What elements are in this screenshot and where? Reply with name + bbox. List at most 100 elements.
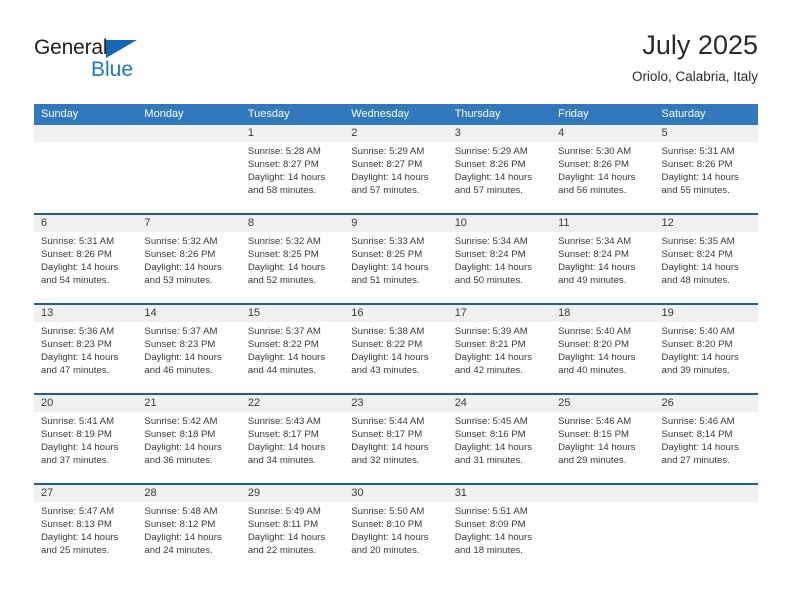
day-cell[interactable]: Sunrise: 5:43 AM Sunset: 8:17 PM Daylight:… <box>241 412 344 483</box>
day-number[interactable]: 22 <box>241 395 344 412</box>
weekday-header-saturday: Saturday <box>661 108 706 120</box>
day-number[interactable]: 13 <box>34 305 137 322</box>
daylight-text: Daylight: 14 hours <box>351 442 429 454</box>
day-cell[interactable]: Sunrise: 5:44 AM Sunset: 8:17 PM Daylight:… <box>344 412 447 483</box>
sunrise-text: Sunrise: 5:40 AM <box>661 326 735 337</box>
sunset-text: Sunset: 8:27 PM <box>351 159 423 171</box>
day-number[interactable]: 29 <box>241 485 344 502</box>
daylight-text: and 57 minutes. <box>351 185 420 197</box>
sunset-text: Sunset: 8:17 PM <box>351 429 423 441</box>
day-cell-empty <box>137 142 240 213</box>
day-detail-band: Sunrise: 5:41 AM Sunset: 8:19 PM Daylight:… <box>34 412 758 483</box>
day-number[interactable]: 31 <box>448 485 551 502</box>
sunrise-text: Sunrise: 5:48 AM <box>144 506 218 517</box>
day-number[interactable]: 25 <box>551 395 654 412</box>
daylight-text: Daylight: 14 hours <box>661 172 739 184</box>
day-cell[interactable]: Sunrise: 5:38 AM Sunset: 8:22 PM Daylight:… <box>344 322 447 393</box>
day-cell[interactable]: Sunrise: 5:33 AM Sunset: 8:25 PM Daylight:… <box>344 232 447 303</box>
day-cell[interactable]: Sunrise: 5:40 AM Sunset: 8:20 PM Daylight:… <box>551 322 654 393</box>
day-number[interactable]: 14 <box>137 305 240 322</box>
sunrise-text: Sunrise: 5:49 AM <box>247 506 321 517</box>
sunrise-text: Sunrise: 5:47 AM <box>41 506 115 517</box>
daylight-text: Daylight: 14 hours <box>558 352 636 364</box>
day-cell[interactable]: Sunrise: 5:46 AM Sunset: 8:15 PM Daylight:… <box>551 412 654 483</box>
day-cell[interactable]: Sunrise: 5:51 AM Sunset: 8:09 PM Daylight:… <box>448 502 551 573</box>
day-number[interactable]: 24 <box>448 395 551 412</box>
day-cell[interactable]: Sunrise: 5:37 AM Sunset: 8:23 PM Daylight:… <box>137 322 240 393</box>
day-cell[interactable]: Sunrise: 5:46 AM Sunset: 8:14 PM Daylight:… <box>655 412 758 483</box>
day-number[interactable]: 28 <box>137 485 240 502</box>
day-number[interactable]: 8 <box>241 215 344 232</box>
day-number[interactable]: 20 <box>34 395 137 412</box>
day-cell-empty <box>655 502 758 573</box>
day-cell[interactable]: Sunrise: 5:47 AM Sunset: 8:13 PM Daylight:… <box>34 502 137 573</box>
day-number[interactable]: 27 <box>34 485 137 502</box>
day-number[interactable]: 3 <box>448 125 551 142</box>
sunset-text: Sunset: 8:25 PM <box>247 249 319 261</box>
day-cell[interactable]: Sunrise: 5:42 AM Sunset: 8:18 PM Daylight:… <box>137 412 240 483</box>
daylight-text: and 29 minutes. <box>558 455 627 467</box>
day-cell[interactable]: Sunrise: 5:39 AM Sunset: 8:21 PM Daylight:… <box>448 322 551 393</box>
sunset-text: Sunset: 8:14 PM <box>661 429 733 441</box>
day-cell[interactable]: Sunrise: 5:48 AM Sunset: 8:12 PM Daylight:… <box>137 502 240 573</box>
day-number[interactable]: 30 <box>344 485 447 502</box>
date-number-band: 6 7 8 9 10 11 12 <box>34 215 758 232</box>
day-number[interactable]: 10 <box>448 215 551 232</box>
daylight-text: and 40 minutes. <box>558 365 627 377</box>
day-number[interactable]: 2 <box>344 125 447 142</box>
weekday-header-row: Sunday Monday Tuesday Wednesday Thursday Frid… <box>34 104 758 125</box>
day-cell[interactable]: Sunrise: 5:32 AM Sunset: 8:26 PM Daylight:… <box>137 232 240 303</box>
logo-text-general: General <box>34 36 108 59</box>
calendar-week-row: 1 2 3 4 5 Sunrise: 5:28 AM Sunset: 8:27 PM Dayl… <box>34 125 758 213</box>
day-cell[interactable]: Sunrise: 5:30 AM Sunset: 8:26 PM Daylight:… <box>551 142 654 213</box>
day-number[interactable]: 4 <box>551 125 654 142</box>
day-detail-band: Sunrise: 5:31 AM Sunset: 8:26 PM Daylight:… <box>34 232 758 303</box>
day-number[interactable]: 19 <box>655 305 758 322</box>
sunset-text: Sunset: 8:11 PM <box>247 519 319 531</box>
sunrise-text: Sunrise: 5:30 AM <box>558 146 632 157</box>
weekday-header-tuesday: Tuesday <box>247 108 290 120</box>
daylight-text: Daylight: 14 hours <box>558 172 636 184</box>
day-cell[interactable]: Sunrise: 5:49 AM Sunset: 8:11 PM Daylight:… <box>241 502 344 573</box>
day-cell[interactable]: Sunrise: 5:35 AM Sunset: 8:24 PM Daylight:… <box>655 232 758 303</box>
day-cell[interactable]: Sunrise: 5:29 AM Sunset: 8:26 PM Daylight:… <box>448 142 551 213</box>
day-number[interactable]: 7 <box>137 215 240 232</box>
day-number[interactable]: 15 <box>241 305 344 322</box>
day-cell[interactable]: Sunrise: 5:29 AM Sunset: 8:27 PM Daylight:… <box>344 142 447 213</box>
day-number[interactable]: 9 <box>344 215 447 232</box>
page-title: July 2025 <box>642 30 758 60</box>
general-blue-logo[interactable]: General Blue <box>34 36 154 88</box>
sunset-text: Sunset: 8:26 PM <box>558 159 630 171</box>
day-number[interactable]: 18 <box>551 305 654 322</box>
day-cell[interactable]: Sunrise: 5:31 AM Sunset: 8:26 PM Daylight:… <box>34 232 137 303</box>
day-cell[interactable]: Sunrise: 5:50 AM Sunset: 8:10 PM Daylight:… <box>344 502 447 573</box>
day-cell[interactable]: Sunrise: 5:34 AM Sunset: 8:24 PM Daylight:… <box>448 232 551 303</box>
sunrise-text: Sunrise: 5:41 AM <box>41 416 115 427</box>
day-cell[interactable]: Sunrise: 5:40 AM Sunset: 8:20 PM Daylight:… <box>655 322 758 393</box>
sunrise-text: Sunrise: 5:34 AM <box>454 236 528 247</box>
day-cell[interactable]: Sunrise: 5:34 AM Sunset: 8:24 PM Daylight:… <box>551 232 654 303</box>
day-number[interactable]: 1 <box>241 125 344 142</box>
day-number[interactable]: 5 <box>655 125 758 142</box>
day-cell[interactable]: Sunrise: 5:31 AM Sunset: 8:26 PM Daylight:… <box>655 142 758 213</box>
day-number[interactable]: 26 <box>655 395 758 412</box>
day-number[interactable]: 23 <box>344 395 447 412</box>
day-number[interactable]: 11 <box>551 215 654 232</box>
sunrise-text: Sunrise: 5:29 AM <box>351 146 425 157</box>
day-number[interactable]: 17 <box>448 305 551 322</box>
day-number[interactable]: 16 <box>344 305 447 322</box>
day-cell[interactable]: Sunrise: 5:37 AM Sunset: 8:22 PM Daylight:… <box>241 322 344 393</box>
day-cell[interactable]: Sunrise: 5:36 AM Sunset: 8:23 PM Daylight:… <box>34 322 137 393</box>
daylight-text: and 34 minutes. <box>247 455 317 467</box>
daylight-text: Daylight: 14 hours <box>454 532 533 544</box>
day-cell[interactable]: Sunrise: 5:45 AM Sunset: 8:16 PM Daylight:… <box>448 412 551 483</box>
daylight-text: and 18 minutes. <box>454 545 523 557</box>
day-cell[interactable]: Sunrise: 5:28 AM Sunset: 8:27 PM Daylight:… <box>241 142 344 213</box>
day-number[interactable]: 6 <box>34 215 137 232</box>
day-number[interactable]: 21 <box>137 395 240 412</box>
day-number[interactable]: 12 <box>655 215 758 232</box>
day-cell[interactable]: Sunrise: 5:41 AM Sunset: 8:19 PM Daylight:… <box>34 412 137 483</box>
daylight-text: Daylight: 14 hours <box>247 352 326 364</box>
day-cell[interactable]: Sunrise: 5:32 AM Sunset: 8:25 PM Daylight:… <box>241 232 344 303</box>
sunset-text: Sunset: 8:26 PM <box>454 159 526 171</box>
